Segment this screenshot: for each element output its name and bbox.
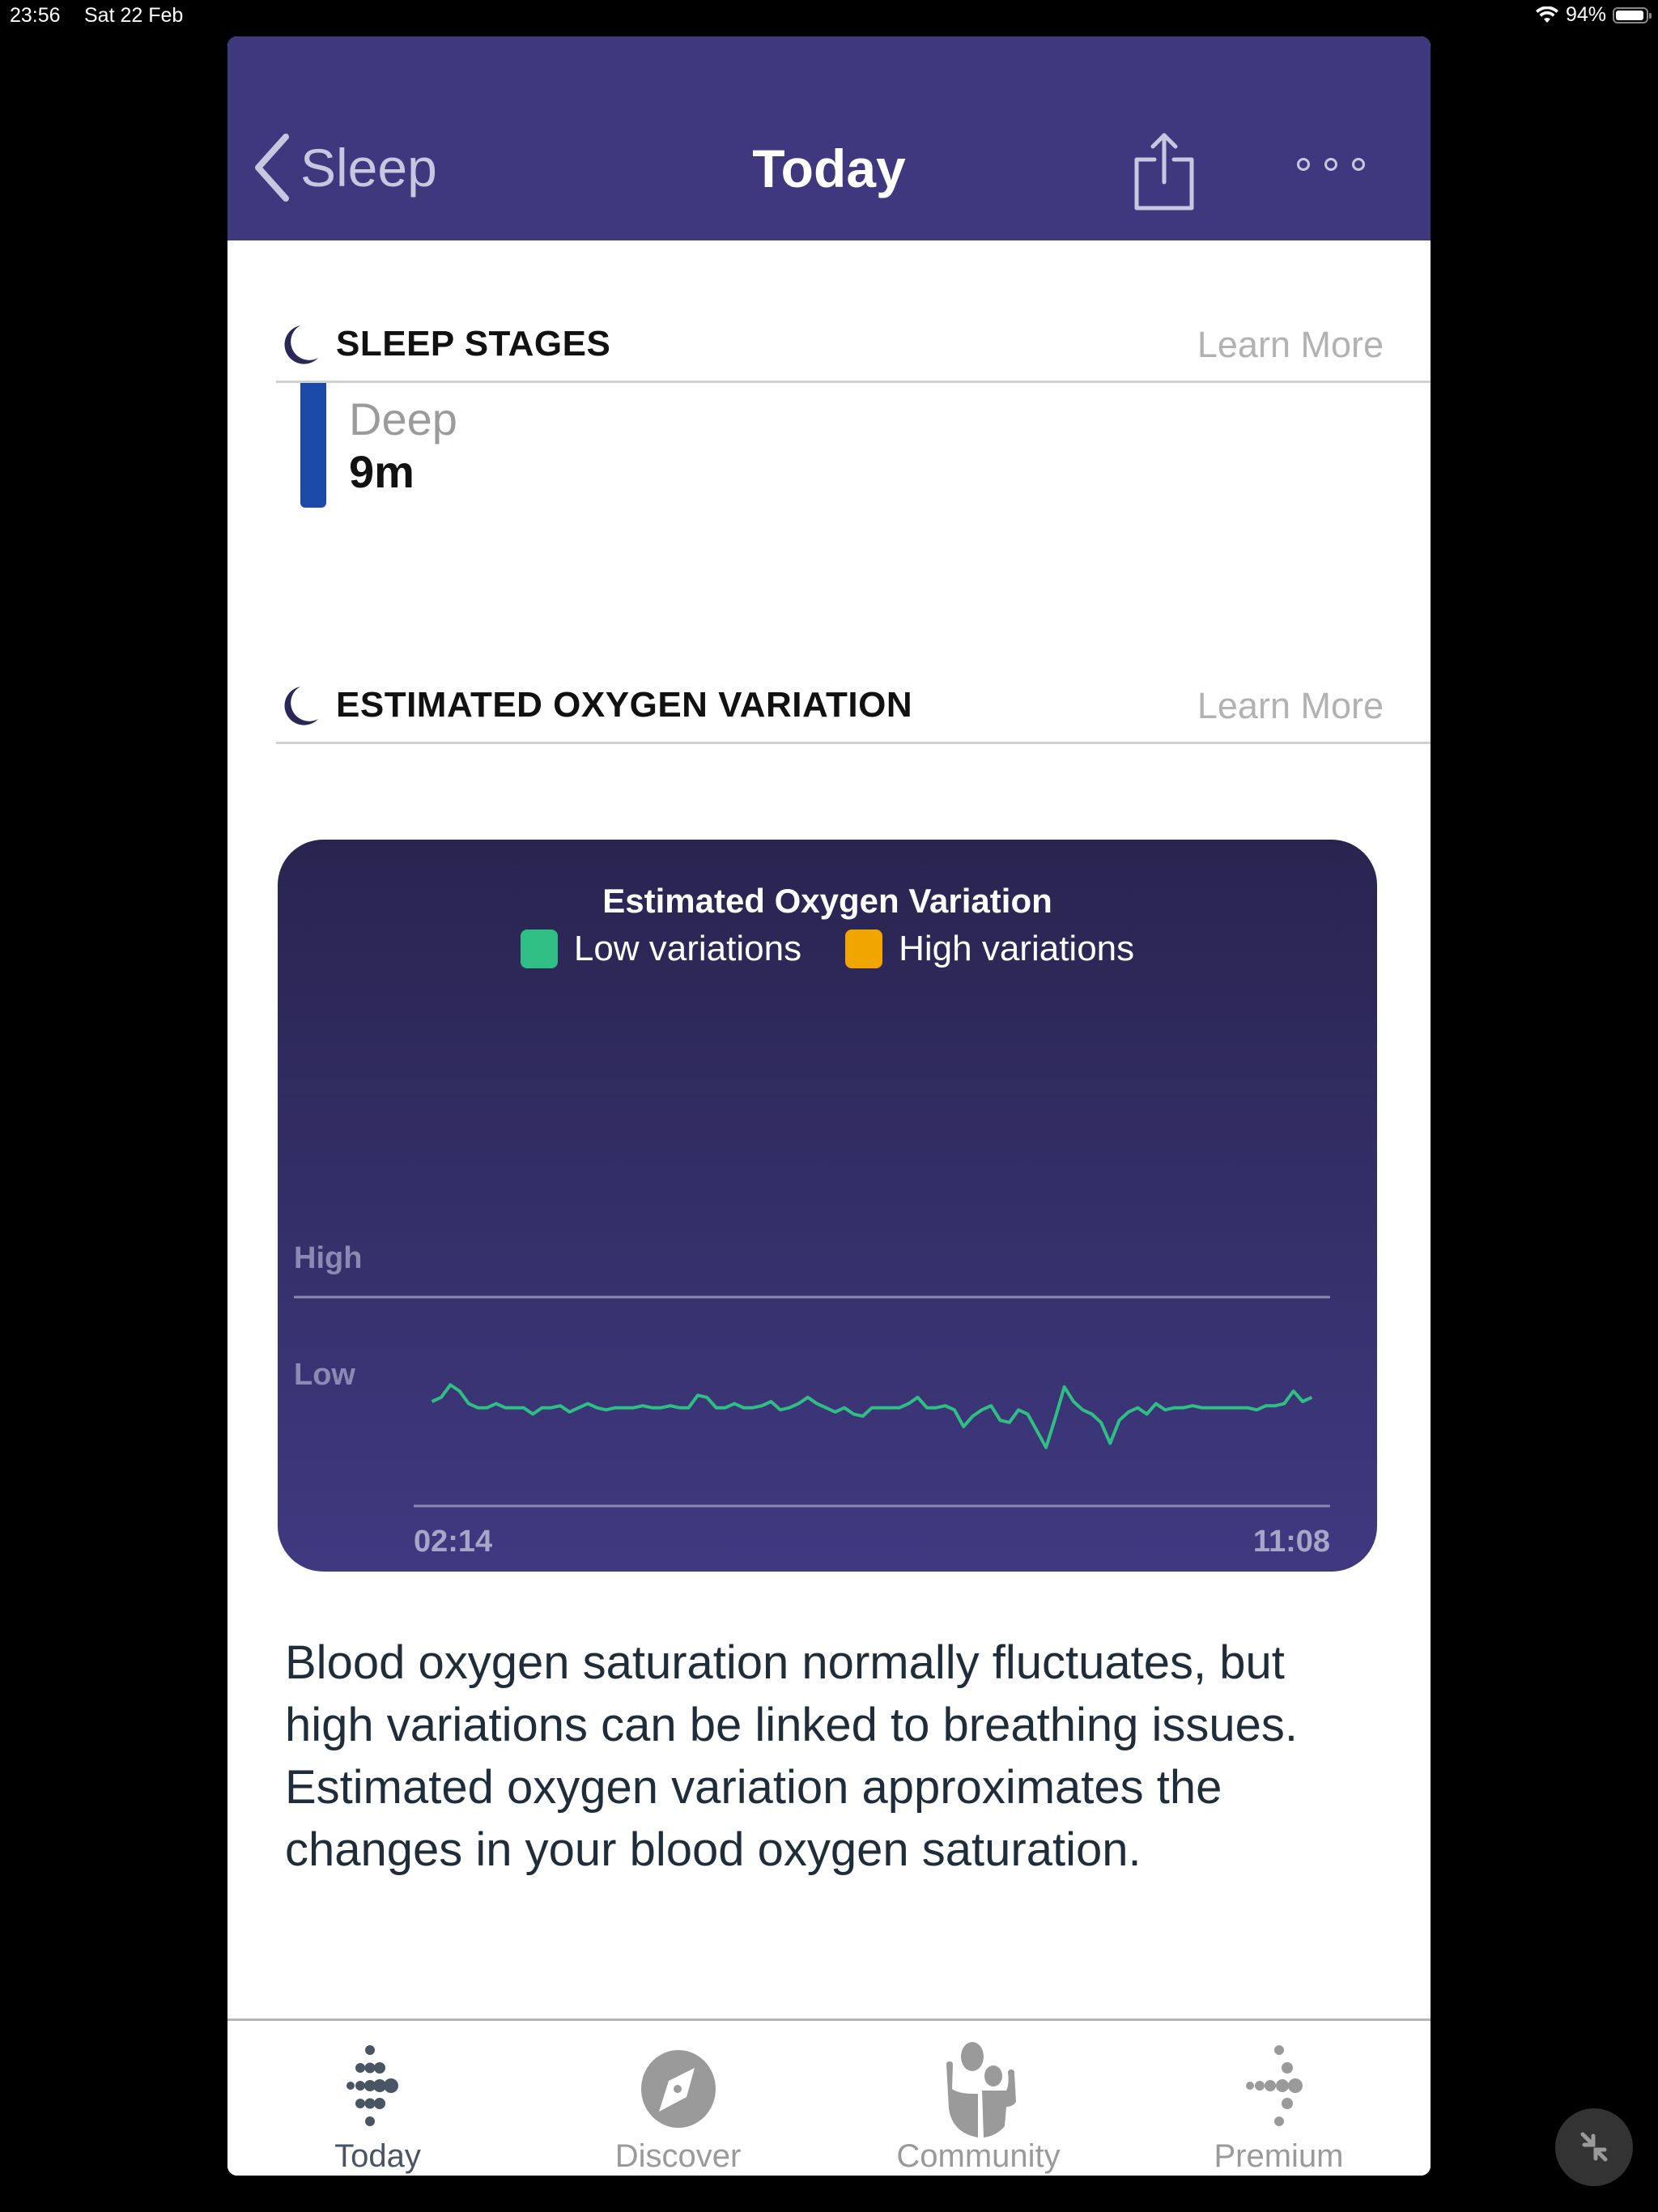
tab-premium[interactable]: Premium [1129,2021,1429,2176]
app-window: Sleep Today SLEEP STAGES Learn More Deep… [227,36,1431,2176]
compass-icon [640,2050,716,2128]
y-label-low: Low [294,1358,355,1392]
oxygen-variation-chart: High Low 02:14 11:08 [294,1241,1330,1559]
stage-name: Deep [349,393,457,445]
battery-icon [1613,6,1652,23]
oxygen-variation-chart-card: Estimated Oxygen Variation Low variation… [278,840,1377,1572]
premium-icon [1245,2045,1303,2126]
sleep-stages-title: SLEEP STAGES [336,324,611,364]
more-options-button[interactable] [1297,158,1365,171]
sleep-stages-learn-more-link[interactable]: Learn More [1197,324,1384,366]
tab-today[interactable]: Today [227,2021,528,2176]
oxygen-variation-header: ESTIMATED OXYGEN VARIATION Learn More [276,667,1431,744]
tab-community[interactable]: Community [828,2021,1129,2176]
more-icon-dot [1324,158,1337,171]
deep-stage-color-bar [300,383,326,508]
oxygen-learn-more-link[interactable]: Learn More [1197,685,1384,727]
wifi-icon [1535,6,1558,23]
share-icon [1134,133,1194,211]
fitbit-logo-icon [346,2045,398,2126]
tab-bar: Today Discover Community Premium [227,2018,1431,2176]
battery-percent: 94% [1565,3,1606,26]
minimize-button[interactable] [1555,2108,1633,2186]
x-label-start: 02:14 [414,1525,492,1559]
status-time: 23:56 [10,4,61,27]
status-bar: 23:56 Sat 22 Feb 94% [0,0,1658,32]
stage-duration: 9m [349,446,414,497]
oxygen-variation-title: ESTIMATED OXYGEN VARIATION [336,685,913,725]
tab-discover-label: Discover [614,2138,742,2174]
moon-icon [284,325,318,364]
status-right: 94% [1535,3,1652,27]
status-date: Sat 22 Feb [84,4,184,27]
page-title: Today [752,138,906,198]
moon-icon [284,687,318,725]
series-line-low-variations [431,1383,1313,1449]
share-button[interactable] [1132,132,1197,213]
sleep-stages-header: SLEEP STAGES Learn More [276,306,1431,383]
tab-premium-label: Premium [1214,2138,1344,2174]
tab-today-label: Today [334,2138,421,2174]
tab-discover[interactable]: Discover [528,2021,828,2176]
tab-community-label: Community [896,2138,1061,2174]
more-icon-dot [1352,158,1365,171]
oxygen-variation-description: Blood oxygen saturation normally fluctua… [285,1636,1298,1876]
community-icon [946,2042,1016,2138]
more-icon [1297,158,1310,171]
y-label-high: High [294,1241,362,1275]
minimize-arrows-icon [1580,2132,1608,2162]
x-label-end: 11:08 [1253,1525,1330,1559]
navigation-bar: Sleep Today [227,36,1431,240]
